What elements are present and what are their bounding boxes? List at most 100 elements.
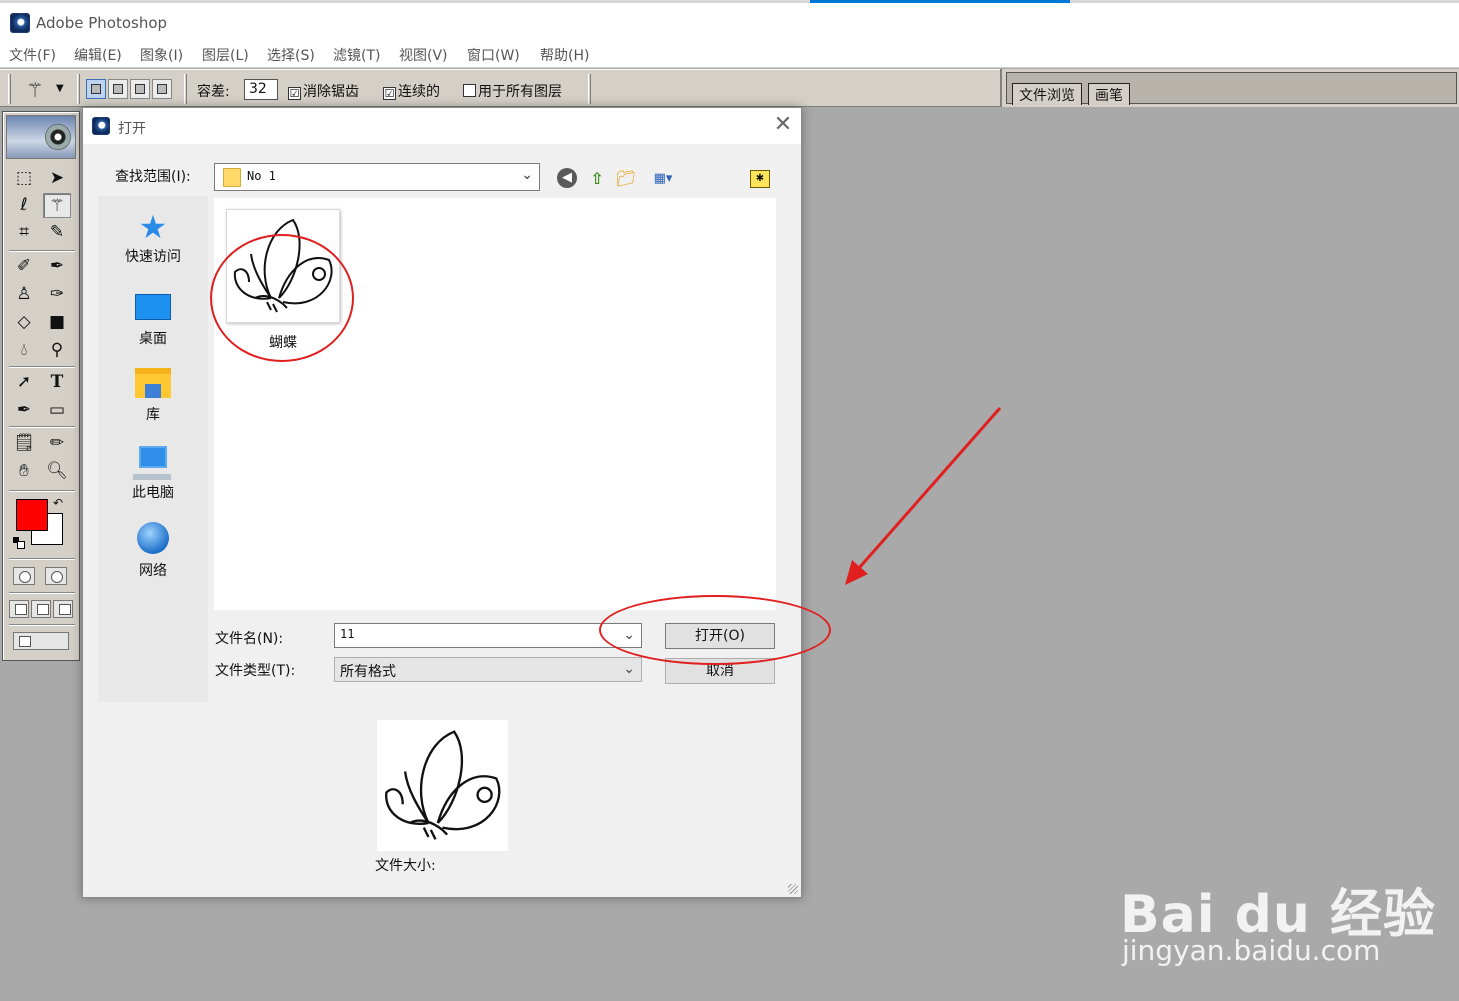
type-icon[interactable]: T	[43, 370, 71, 395]
subtract-from-selection-button[interactable]	[130, 79, 150, 99]
new-folder-icon[interactable]: 📁︎	[615, 168, 637, 190]
notes-icon[interactable]: 🗒︎	[10, 431, 38, 456]
globe-icon	[137, 522, 169, 554]
eye-logo-icon	[45, 124, 71, 150]
brush-icon[interactable]: ✒	[43, 254, 71, 279]
new-selection-button[interactable]	[86, 79, 106, 99]
file-size-label: 文件大小:	[375, 858, 436, 874]
filename-label: 文件名(N):	[215, 631, 284, 647]
menu-view[interactable]: 视图(V)	[399, 45, 448, 65]
zoom-icon[interactable]: 🔍︎	[43, 459, 71, 484]
chevron-down-icon: ⌄	[521, 167, 533, 183]
up-folder-icon[interactable]: ⇧	[586, 168, 608, 190]
place-desktop[interactable]: 桌面	[98, 290, 208, 348]
place-libraries[interactable]: 库	[98, 366, 208, 424]
crop-icon[interactable]: ⌗	[10, 220, 38, 245]
antialias-label: 消除锯齿	[303, 84, 359, 100]
tolerance-input[interactable]: 32	[244, 79, 278, 100]
hand-icon[interactable]: ✋︎	[10, 459, 38, 484]
standard-mode-button[interactable]	[13, 567, 35, 585]
app-title-bar: Adobe Photoshop	[0, 0, 1459, 40]
place-label: 库	[146, 407, 160, 423]
history-brush-icon[interactable]: ✑	[43, 282, 71, 307]
antialias-check-box[interactable]: ☑	[288, 87, 301, 100]
filetype-dropdown[interactable]: 所有格式 ⌄	[334, 657, 642, 682]
lasso-icon[interactable]: ℓ	[10, 193, 38, 218]
menu-help[interactable]: 帮助(H)	[540, 45, 589, 65]
folder-icon	[223, 168, 241, 187]
all-layers-label: 用于所有图层	[478, 84, 562, 100]
filename-input[interactable]: 11 ⌄	[334, 623, 642, 648]
tolerance-label: 容差:	[197, 84, 230, 100]
menu-window[interactable]: 窗口(W)	[467, 45, 520, 65]
place-quick-access[interactable]: ★ 快速访问	[98, 210, 208, 266]
full-screen-menu-button[interactable]	[31, 600, 51, 618]
options-bar-grip[interactable]	[8, 74, 11, 104]
magic-wand-icon[interactable]: ⚚	[43, 193, 71, 218]
default-colors-icon[interactable]	[13, 537, 25, 549]
menu-select[interactable]: 选择(S)	[267, 45, 315, 65]
foreground-color-swatch[interactable]	[16, 499, 48, 531]
tool-preset-picker[interactable]: ⚚ ▼	[22, 76, 70, 102]
intersect-selection-button[interactable]	[152, 79, 172, 99]
menu-file[interactable]: 文件(F)	[9, 45, 56, 65]
menu-edit[interactable]: 编辑(E)	[74, 45, 122, 65]
butterfly-preview-image	[385, 730, 501, 840]
toolbox-divider	[9, 592, 75, 594]
watermark-url: jingyan.baidu.com	[1122, 934, 1381, 967]
toolbox: ⬚ ➤ ℓ ⚚ ⌗ ✎ ✐ ✒ ♙ ✑ ◇ ■ 💧︎ ⚲ ➚ T ✒ ▭ 🗒︎ …	[2, 111, 80, 661]
options-divider	[77, 74, 80, 104]
gradient-icon[interactable]: ■	[43, 310, 71, 335]
all-layers-check-box[interactable]	[463, 84, 476, 97]
menu-image[interactable]: 图象(I)	[140, 45, 183, 65]
open-dialog: 打开 ✕ 查找范围(I): No 1 ⌄ ◀ ⇧ 📁︎ ▦▾ ✱ ★ 快速访问 …	[82, 107, 802, 898]
rectangular-marquee-icon[interactable]: ⬚	[10, 166, 38, 191]
view-menu-icon[interactable]: ▦▾	[645, 168, 681, 190]
contiguous-checkbox[interactable]: ☑ 连续的	[383, 81, 440, 101]
toolbox-header[interactable]	[6, 115, 76, 159]
filetype-label: 文件类型(T):	[215, 663, 296, 679]
options-bar: ⚚ ▼ 容差: 32 ☑ 消除锯齿 ☑ 连续的 用于所有图层	[0, 69, 1000, 107]
resize-grip[interactable]	[788, 884, 798, 894]
eyedropper-icon[interactable]: ✏	[43, 431, 71, 456]
path-selection-icon[interactable]: ➚	[10, 370, 38, 395]
contiguous-check-box[interactable]: ☑	[383, 87, 396, 100]
look-in-dropdown[interactable]: No 1 ⌄	[214, 163, 540, 191]
toolbox-divider	[9, 624, 75, 626]
jump-to-imageready-button[interactable]	[13, 632, 69, 650]
dodge-icon[interactable]: ⚲	[43, 338, 71, 363]
menu-filter[interactable]: 滤镜(T)	[333, 45, 380, 65]
menu-layer[interactable]: 图层(L)	[202, 45, 249, 65]
folder-star-icon[interactable]: ✱	[750, 170, 770, 188]
clone-stamp-icon[interactable]: ♙	[10, 282, 38, 307]
all-layers-checkbox[interactable]: 用于所有图层	[463, 81, 562, 101]
rectangle-shape-icon[interactable]: ▭	[43, 398, 71, 423]
full-screen-button[interactable]	[53, 600, 73, 618]
swap-colors-icon[interactable]: ↶	[53, 496, 63, 510]
tab-file-browser[interactable]: 文件浏览	[1012, 83, 1082, 105]
place-this-pc[interactable]: 此电脑	[98, 444, 208, 502]
antialias-checkbox[interactable]: ☑ 消除锯齿	[288, 81, 359, 101]
close-icon[interactable]: ✕	[771, 114, 795, 138]
add-to-selection-button[interactable]	[108, 79, 128, 99]
desktop-icon	[135, 294, 171, 320]
contiguous-label: 连续的	[398, 84, 440, 100]
slice-icon[interactable]: ✎	[43, 220, 71, 245]
toolbox-divider	[9, 426, 75, 428]
look-in-value: No 1	[247, 169, 276, 183]
standard-screen-button[interactable]	[9, 600, 29, 618]
pen-icon[interactable]: ✒	[10, 398, 38, 423]
dialog-title-bar[interactable]: 打开 ✕	[83, 108, 801, 144]
back-icon[interactable]: ◀	[557, 168, 579, 190]
photoshop-dialog-icon	[92, 117, 110, 135]
blur-icon[interactable]: 💧︎	[10, 338, 38, 363]
move-icon[interactable]: ➤	[43, 166, 71, 191]
place-network[interactable]: 网络	[98, 522, 208, 580]
look-in-label: 查找范围(I):	[115, 169, 191, 185]
quick-mask-button[interactable]	[45, 567, 67, 585]
app-title: Adobe Photoshop	[36, 14, 168, 32]
eraser-icon[interactable]: ◇	[10, 310, 38, 335]
tab-brushes[interactable]: 画笔	[1088, 83, 1130, 105]
healing-brush-icon[interactable]: ✐	[10, 254, 38, 279]
annotation-circle-open-button	[599, 595, 831, 665]
